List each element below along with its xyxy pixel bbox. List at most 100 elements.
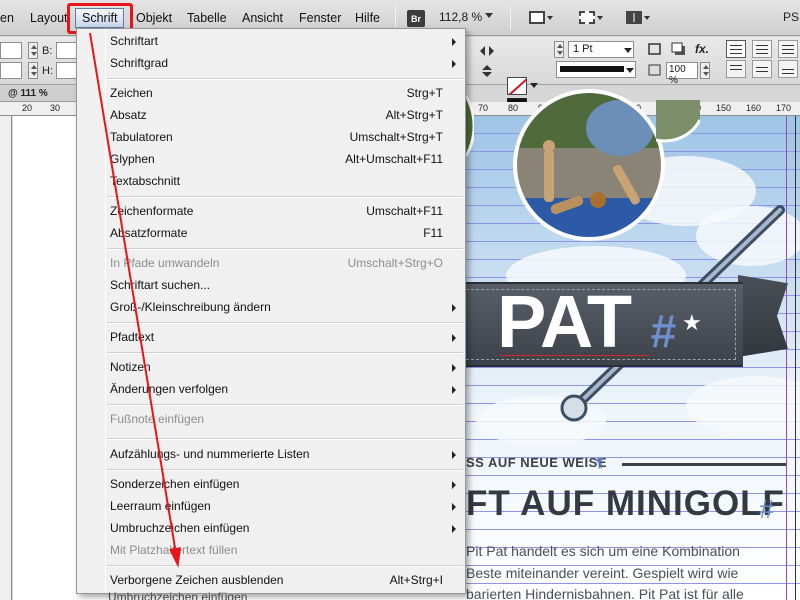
menubar-separator <box>395 6 396 30</box>
menu-item-umbruchzeichen-einfuegen[interactable]: Umbruchzeichen einfügen <box>77 517 465 539</box>
stroke-weight-field[interactable]: 1 Pt <box>568 41 634 58</box>
menu-item-absatz[interactable]: Absatz Alt+Strg+T <box>77 104 465 126</box>
arrange-documents-icon[interactable] <box>624 8 650 28</box>
zoom-level[interactable]: 112,8 % <box>439 10 482 24</box>
align-right-button[interactable] <box>778 40 798 58</box>
menu-item-label: Schriftart suchen... <box>110 278 211 292</box>
menu-separator <box>107 248 463 250</box>
view-options-icon[interactable] <box>527 8 553 28</box>
menu-item-leerraum-einfuegen[interactable]: Leerraum einfügen <box>77 495 465 517</box>
width-field[interactable] <box>56 42 78 59</box>
menu-item-listen[interactable]: Aufzählungs- und nummerierte Listen <box>77 443 465 465</box>
flip-horizontal-icon[interactable] <box>478 43 496 59</box>
menu-item-pfadtext[interactable]: Pfadtext <box>77 326 465 348</box>
menu-separator <box>107 438 463 440</box>
opacity-spinner[interactable] <box>700 62 710 79</box>
valign-top-button[interactable] <box>726 60 746 78</box>
submenu-arrow-icon <box>452 451 456 459</box>
y-spinner[interactable] <box>28 62 38 79</box>
x-spinner[interactable] <box>28 42 38 59</box>
menu-item-gross-kleinschreibung[interactable]: Groß-/Kleinschreibung ändern <box>77 296 465 318</box>
submenu-arrow-icon <box>452 38 456 46</box>
menu-hilfe[interactable]: Hilfe <box>355 9 380 27</box>
bridge-button[interactable]: Br <box>407 10 425 27</box>
submenu-arrow-icon <box>452 60 456 68</box>
effects-label[interactable]: fx. <box>695 42 709 56</box>
vertical-ruler[interactable] <box>0 116 12 600</box>
opacity-field[interactable]: 100 % <box>666 62 698 86</box>
schrift-menu: Schriftart Schriftgrad Zeichen Strg+T Ab… <box>76 28 466 594</box>
submenu-arrow-icon <box>452 503 456 511</box>
valign-bottom-button[interactable] <box>778 60 798 78</box>
menu-item-zeichenformate[interactable]: Zeichenformate Umschalt+F11 <box>77 200 465 222</box>
menu-separator <box>107 469 463 471</box>
x-field[interactable] <box>0 42 22 59</box>
menu-item-tabulatoren[interactable]: Tabulatoren Umschalt+Strg+T <box>77 126 465 148</box>
menu-item-absatzformate[interactable]: Absatzformate F11 <box>77 222 465 244</box>
menu-item-label: Sonderzeichen einfügen <box>110 477 240 491</box>
menu-separator <box>107 322 463 324</box>
menu-ansicht[interactable]: Ansicht <box>242 9 283 27</box>
submenu-arrow-icon <box>452 334 456 342</box>
stroke-type-dropdown-icon[interactable] <box>626 68 634 73</box>
menu-separator <box>107 565 463 567</box>
valign-middle-button[interactable] <box>752 60 772 78</box>
menubar-separator <box>510 6 511 30</box>
corner-options-icon[interactable] <box>646 41 664 57</box>
photo-circle-right[interactable] <box>656 100 700 148</box>
menu-item-shortcut: Alt+Strg+T <box>385 108 443 122</box>
document-tab[interactable]: @ 111 % <box>0 86 48 102</box>
zoom-dropdown-icon[interactable] <box>485 13 493 18</box>
subheadline[interactable]: SS AUF NEUE WEISE <box>466 455 607 470</box>
menu-layout[interactable]: Layout <box>30 9 68 27</box>
ruler-tick-label: 160 <box>746 103 762 113</box>
submenu-arrow-icon <box>452 386 456 394</box>
menu-objekt[interactable]: Objekt <box>136 9 172 27</box>
align-center-button[interactable] <box>752 40 772 58</box>
opacity-icon[interactable] <box>646 62 664 78</box>
menu-item-zeichen[interactable]: Zeichen Strg+T <box>77 82 465 104</box>
menu-item-platzhaltertext: Mit Platzhaltertext füllen <box>77 539 465 561</box>
body-text-line[interactable]: Beste miteinander vereint. Gespielt wird… <box>466 564 738 582</box>
screen-mode-icon[interactable] <box>577 8 603 28</box>
menu-separator <box>107 352 463 354</box>
headline[interactable]: FT AUF MINIGOLF <box>466 484 785 524</box>
menu-item-schriftart-suchen[interactable]: Schriftart suchen... <box>77 274 465 296</box>
drop-shadow-icon[interactable] <box>670 41 688 57</box>
body-text-line[interactable]: Pit Pat handelt es sich um eine Kombinat… <box>466 542 740 560</box>
menu-separator <box>107 196 463 198</box>
banner-title[interactable]: PAT <box>497 282 632 362</box>
menu-item-glyphen[interactable]: Glyphen Alt+Umschalt+F11 <box>77 148 465 170</box>
body-text-line[interactable]: barierten Hindernisbahnen. Pit Pat ist f… <box>466 585 744 600</box>
menu-item-notizen[interactable]: Notizen <box>77 356 465 378</box>
menu-item-aenderungen-verfolgen[interactable]: Änderungen verfolgen <box>77 378 465 400</box>
h-label: H: <box>42 65 53 77</box>
menu-item-label: Pfadtext <box>110 330 155 344</box>
stroke-weight-dropdown-icon[interactable] <box>624 48 632 53</box>
menu-item-sonderzeichen-einfuegen[interactable]: Sonderzeichen einfügen <box>77 473 465 495</box>
horizontal-ruler-left[interactable]: 20 30 <box>0 102 76 116</box>
menu-item-shortcut: Strg+T <box>406 86 443 100</box>
menu-item-schriftart[interactable]: Schriftart <box>77 30 465 52</box>
menu-fenster-partial[interactable]: en <box>0 9 14 27</box>
menu-item-in-pfade-umwandeln: In Pfade umwandeln Umschalt+Strg+O <box>77 252 465 274</box>
align-left-button[interactable] <box>726 40 746 58</box>
menu-fenster[interactable]: Fenster <box>299 9 341 27</box>
menu-item-label: Umbruchzeichen einfügen <box>110 521 250 535</box>
menu-item-label: Schriftart <box>110 34 159 48</box>
menu-item-label: Aufzählungs- und nummerierte Listen <box>110 447 310 461</box>
menu-item-textabschnitt[interactable]: Textabschnitt <box>77 170 465 192</box>
flip-vertical-icon[interactable] <box>478 63 496 79</box>
menu-item-label: Tabulatoren <box>110 130 173 144</box>
spellcheck-underline <box>500 355 650 356</box>
menu-tabelle[interactable]: Tabelle <box>187 9 227 27</box>
submenu-arrow-icon <box>452 525 456 533</box>
ruler-tick-label: 30 <box>50 103 61 113</box>
height-field[interactable] <box>56 62 78 79</box>
menu-item-verborgene-zeichen-ausblenden[interactable]: Verborgene Zeichen ausblenden Alt+Strg+I <box>77 569 465 591</box>
y-field[interactable] <box>0 62 22 79</box>
menu-item-schriftgrad[interactable]: Schriftgrad <box>77 52 465 74</box>
stroke-weight-spinner[interactable] <box>554 41 564 58</box>
menu-item-shortcut: Alt+Umschalt+F11 <box>345 152 443 166</box>
menu-item-shortcut: F11 <box>423 226 443 240</box>
